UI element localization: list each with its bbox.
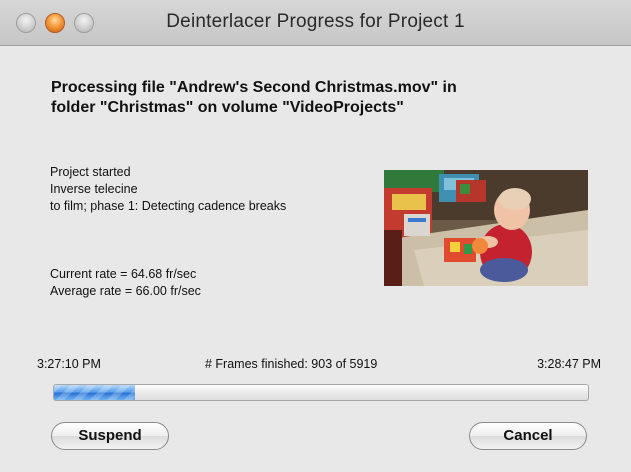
rate-readouts: Current rate = 64.68 fr/sec Average rate… xyxy=(50,266,201,300)
title-bar[interactable]: Deinterlacer Progress for Project 1 xyxy=(0,0,631,46)
video-frame-preview xyxy=(384,170,588,286)
status-line: to film; phase 1: Detecting cadence brea… xyxy=(50,199,287,213)
frames-finished: # Frames finished: 903 of 5919 xyxy=(205,357,378,371)
suspend-button[interactable]: Suspend xyxy=(51,422,169,450)
current-rate: Current rate = 64.68 fr/sec xyxy=(50,267,197,281)
start-time: 3:27:10 PM xyxy=(37,357,101,371)
video-frame-preview-image xyxy=(384,170,588,286)
window-title: Deinterlacer Progress for Project 1 xyxy=(166,11,465,32)
deinterlacer-progress-window: Deinterlacer Progress for Project 1 Proc… xyxy=(0,0,631,472)
progress-bar xyxy=(53,384,589,401)
progress-bar-fill xyxy=(54,385,136,400)
status-messages: Project started Inverse telecine to film… xyxy=(50,164,286,215)
status-line: Project started xyxy=(50,165,131,179)
status-line: Inverse telecine xyxy=(50,182,138,196)
processing-file-heading: Processing file "Andrew's Second Christm… xyxy=(51,79,457,116)
cancel-button[interactable]: Cancel xyxy=(469,422,587,450)
average-rate: Average rate = 66.00 fr/sec xyxy=(50,284,201,298)
estimated-end-time: 3:28:47 PM xyxy=(537,357,601,371)
